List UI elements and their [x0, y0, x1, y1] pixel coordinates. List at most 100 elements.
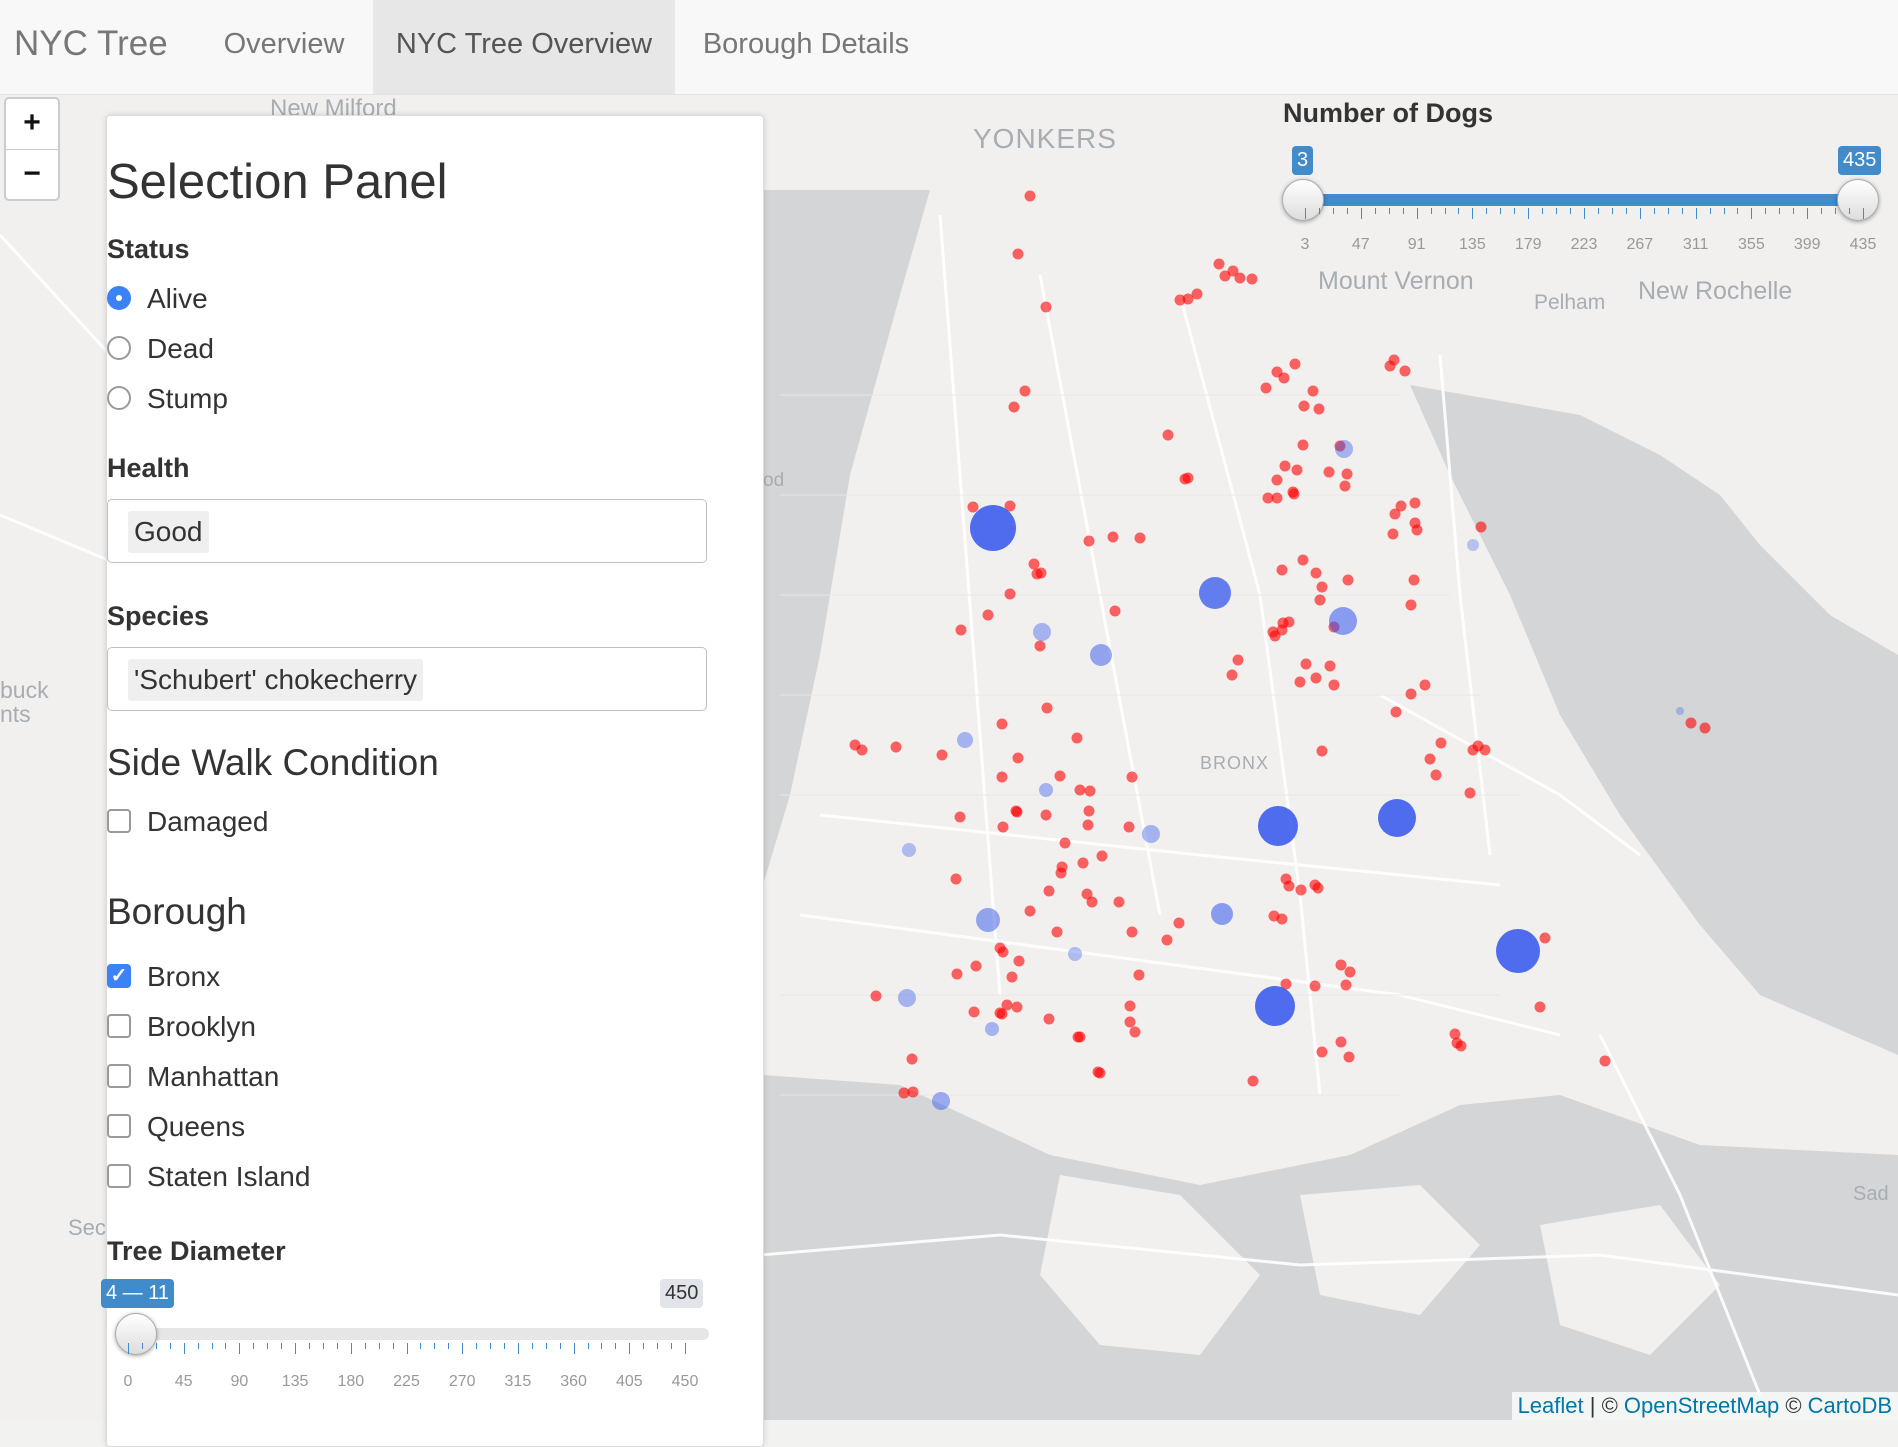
- tree-marker[interactable]: [1134, 532, 1146, 544]
- tree-marker[interactable]: [1083, 805, 1095, 817]
- dog-marker[interactable]: [1467, 539, 1479, 551]
- diameter-slider-track[interactable]: [127, 1328, 709, 1340]
- tab-borough-details[interactable]: Borough Details: [686, 0, 926, 94]
- tree-marker[interactable]: [1314, 594, 1326, 606]
- dog-marker[interactable]: [902, 843, 916, 857]
- tree-marker[interactable]: [1278, 372, 1290, 384]
- tree-marker[interactable]: [1040, 809, 1052, 821]
- dog-marker[interactable]: [1676, 707, 1684, 715]
- openstreetmap-link[interactable]: OpenStreetMap: [1624, 1393, 1779, 1418]
- tree-marker[interactable]: [996, 771, 1008, 783]
- tree-marker[interactable]: [1390, 706, 1402, 718]
- tree-marker[interactable]: [1179, 473, 1191, 485]
- tree-marker[interactable]: [1024, 190, 1036, 202]
- checkbox-queens[interactable]: [107, 1114, 131, 1138]
- tree-marker[interactable]: [1291, 464, 1303, 476]
- tree-marker[interactable]: [1126, 771, 1138, 783]
- tree-marker[interactable]: [951, 968, 963, 980]
- tree-marker[interactable]: [1475, 521, 1487, 533]
- dog-marker[interactable]: [898, 989, 916, 1007]
- dog-marker[interactable]: [1258, 806, 1298, 846]
- tree-marker[interactable]: [1316, 581, 1328, 593]
- tree-marker[interactable]: [1271, 474, 1283, 486]
- tree-marker[interactable]: [1008, 401, 1020, 413]
- tree-marker[interactable]: [1096, 850, 1108, 862]
- tree-marker[interactable]: [1276, 913, 1288, 925]
- dog-marker[interactable]: [932, 1092, 950, 1110]
- tree-marker[interactable]: [1283, 616, 1295, 628]
- zoom-in-button[interactable]: +: [6, 99, 58, 150]
- tree-marker[interactable]: [1074, 1031, 1086, 1043]
- brand-title[interactable]: NYC Tree: [14, 24, 168, 64]
- radio-alive[interactable]: [107, 286, 131, 310]
- tree-marker[interactable]: [1430, 769, 1442, 781]
- dogs-slider-handle-from[interactable]: [1282, 179, 1324, 221]
- tree-marker[interactable]: [967, 501, 979, 513]
- tree-marker[interactable]: [1213, 258, 1225, 270]
- checkbox-damaged[interactable]: [107, 809, 131, 833]
- tree-marker[interactable]: [1389, 508, 1401, 520]
- tree-marker[interactable]: [1298, 400, 1310, 412]
- tree-marker[interactable]: [1161, 934, 1173, 946]
- tree-marker[interactable]: [970, 960, 982, 972]
- tree-marker[interactable]: [1464, 787, 1476, 799]
- dog-marker[interactable]: [976, 908, 1000, 932]
- dog-marker[interactable]: [957, 732, 973, 748]
- tree-marker[interactable]: [1307, 385, 1319, 397]
- tree-marker[interactable]: [1071, 732, 1083, 744]
- tree-marker[interactable]: [1094, 1067, 1106, 1079]
- tree-marker[interactable]: [1405, 599, 1417, 611]
- radio-dead[interactable]: [107, 336, 131, 360]
- tree-marker[interactable]: [1123, 821, 1135, 833]
- tree-marker[interactable]: [1387, 528, 1399, 540]
- tree-marker[interactable]: [1309, 980, 1321, 992]
- checkbox-bronx[interactable]: ✓: [107, 964, 131, 988]
- tree-marker[interactable]: [1040, 301, 1052, 313]
- tree-marker[interactable]: [1343, 1051, 1355, 1063]
- tree-marker[interactable]: [1424, 753, 1436, 765]
- tree-marker[interactable]: [1109, 605, 1121, 617]
- tree-marker[interactable]: [1324, 660, 1336, 672]
- tree-marker[interactable]: [1295, 884, 1307, 896]
- tree-marker[interactable]: [1335, 959, 1347, 971]
- tree-marker[interactable]: [849, 739, 861, 751]
- tree-marker[interactable]: [907, 1086, 919, 1098]
- tree-marker[interactable]: [1083, 535, 1095, 547]
- tree-marker[interactable]: [1013, 955, 1025, 967]
- tree-marker[interactable]: [996, 718, 1008, 730]
- tree-marker[interactable]: [1246, 273, 1258, 285]
- tree-marker[interactable]: [1340, 979, 1352, 991]
- radio-stump[interactable]: [107, 386, 131, 410]
- tree-marker[interactable]: [1451, 1037, 1463, 1049]
- tree-marker[interactable]: [1297, 554, 1309, 566]
- tree-marker[interactable]: [1043, 885, 1055, 897]
- tree-marker[interactable]: [1133, 969, 1145, 981]
- dog-marker[interactable]: [1068, 947, 1082, 961]
- checkbox-manhattan[interactable]: [107, 1064, 131, 1088]
- checkbox-brooklyn[interactable]: [107, 1014, 131, 1038]
- tree-marker[interactable]: [1124, 1016, 1136, 1028]
- dog-marker[interactable]: [1039, 783, 1053, 797]
- tree-marker[interactable]: [1004, 588, 1016, 600]
- tree-marker[interactable]: [1339, 480, 1351, 492]
- tree-marker[interactable]: [1055, 867, 1067, 879]
- tree-marker[interactable]: [997, 821, 1009, 833]
- tree-marker[interactable]: [1435, 737, 1447, 749]
- cartodb-link[interactable]: CartoDB: [1808, 1393, 1892, 1418]
- tree-marker[interactable]: [1399, 365, 1411, 377]
- tree-marker[interactable]: [1599, 1055, 1611, 1067]
- tree-marker[interactable]: [1310, 567, 1322, 579]
- tab-overview[interactable]: Overview: [202, 0, 366, 94]
- tree-marker[interactable]: [994, 1007, 1006, 1019]
- tree-marker[interactable]: [1342, 574, 1354, 586]
- tree-marker[interactable]: [1276, 564, 1288, 576]
- tree-marker[interactable]: [1419, 679, 1431, 691]
- tree-marker[interactable]: [1107, 531, 1119, 543]
- tree-marker[interactable]: [870, 990, 882, 1002]
- tree-marker[interactable]: [1411, 524, 1423, 536]
- tree-marker[interactable]: [954, 811, 966, 823]
- tree-marker[interactable]: [1234, 272, 1246, 284]
- dog-marker[interactable]: [1142, 825, 1160, 843]
- tree-marker[interactable]: [1162, 429, 1174, 441]
- dog-marker[interactable]: [1199, 577, 1231, 609]
